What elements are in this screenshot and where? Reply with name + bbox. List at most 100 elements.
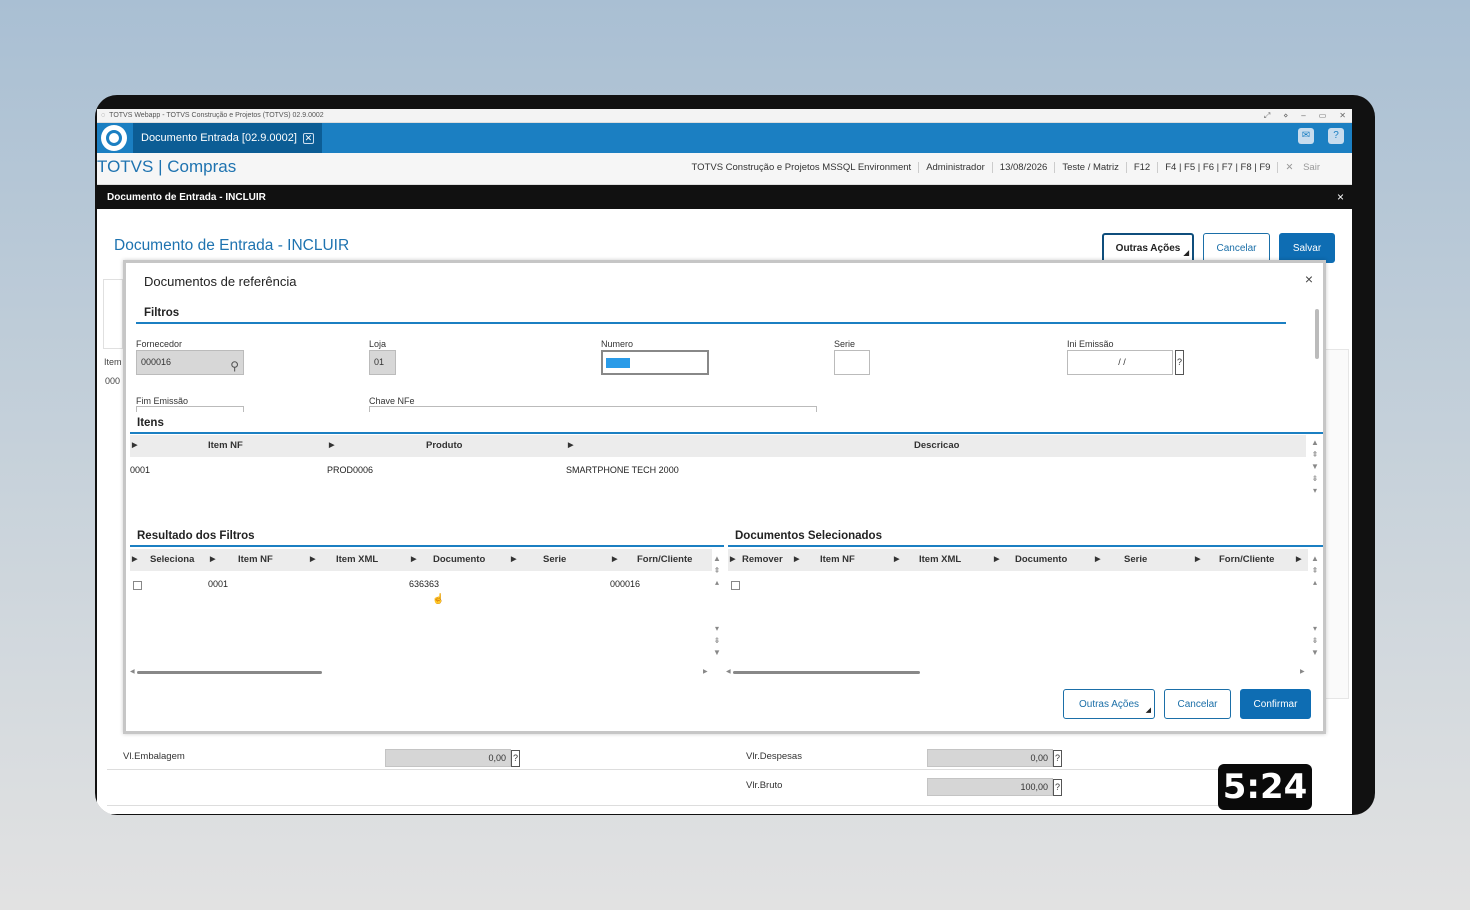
arrow-right-icon: ▶ bbox=[210, 556, 216, 563]
loja-input[interactable]: 01 bbox=[369, 350, 396, 375]
other-actions-button[interactable]: Outras Ações ◢ bbox=[1102, 233, 1194, 263]
numero-label: Numero bbox=[601, 339, 634, 349]
window-titlebar: ◌ TOTVS Webapp - TOTVS Construção e Proj… bbox=[97, 109, 1352, 123]
arrow-right-icon: ▶ bbox=[411, 556, 417, 563]
divider bbox=[107, 769, 1289, 770]
arrow-right-icon: ▶ bbox=[1095, 556, 1101, 563]
branch-label[interactable]: Teste / Matriz bbox=[1054, 162, 1126, 173]
status-items: TOTVS Construção e Projetos MSSQL Enviro… bbox=[685, 162, 1334, 173]
embalagem-label: Vl.Embalagem bbox=[123, 751, 185, 762]
selected-col-documento[interactable]: Documento bbox=[1015, 554, 1067, 565]
results-col-serie[interactable]: Serie bbox=[543, 554, 566, 565]
serie-label: Serie bbox=[834, 339, 856, 349]
scroll-left-icon[interactable]: ◀ bbox=[726, 668, 731, 675]
f12-shortcut[interactable]: F12 bbox=[1125, 162, 1157, 173]
environment-label[interactable]: TOTVS Construção e Projetos MSSQL Enviro… bbox=[685, 162, 919, 173]
ini-emissao-input[interactable]: / / bbox=[1067, 350, 1173, 375]
items-col-item-nf[interactable]: Item NF bbox=[208, 440, 243, 451]
maximize-icon[interactable]: ▭ bbox=[1319, 109, 1327, 123]
serie-input[interactable] bbox=[834, 350, 870, 375]
items-scroll-controls[interactable]: ▲ ⇞ ▼ ⇟ ▾ bbox=[1309, 437, 1321, 497]
document-bar: Documento de Entrada - INCLUIR × bbox=[97, 185, 1352, 209]
items-col-descricao[interactable]: Descricao bbox=[914, 440, 959, 451]
selected-col-forn-cliente[interactable]: Forn/Cliente bbox=[1219, 554, 1274, 565]
fornecedor-input[interactable]: 000016 ⚲ bbox=[136, 350, 244, 375]
results-cell-documento: 636363 bbox=[409, 579, 440, 589]
restore-icon[interactable]: ⤢ bbox=[1264, 109, 1270, 123]
selected-col-serie[interactable]: Serie bbox=[1124, 554, 1147, 565]
bg-item-value: 000 bbox=[105, 376, 121, 386]
fim-emissao-input[interactable] bbox=[136, 406, 244, 412]
results-scroll-top[interactable]: ▲ ⇞ ▴ bbox=[711, 553, 723, 589]
chave-nfe-input[interactable] bbox=[369, 406, 817, 412]
modal-other-actions-button[interactable]: Outras Ações ◢ bbox=[1063, 689, 1155, 719]
despesas-field[interactable]: 0,00 bbox=[927, 749, 1053, 767]
app-header: Documento Entrada [02.9.0002] ✕ ✉ ? bbox=[97, 123, 1352, 153]
results-scroll-bottom[interactable]: ▾ ⇟ ▼ bbox=[711, 623, 723, 659]
tab-close-icon[interactable]: ✕ bbox=[302, 132, 314, 144]
reference-documents-modal: Documentos de referência × Filtros Forne… bbox=[123, 260, 1326, 734]
selected-scroll-top[interactable]: ▲ ⇞ ▴ bbox=[1309, 553, 1321, 589]
close-window-icon[interactable]: ✕ bbox=[1339, 109, 1346, 123]
results-col-item-nf[interactable]: Item NF bbox=[238, 554, 273, 565]
results-hscrollbar[interactable] bbox=[137, 671, 322, 674]
selected-col-item-xml[interactable]: Item XML bbox=[919, 554, 961, 565]
save-button[interactable]: Salvar bbox=[1279, 233, 1335, 263]
bruto-field[interactable]: 100,00 bbox=[927, 778, 1053, 796]
arrow-right-icon: ▶ bbox=[794, 556, 800, 563]
ini-emissao-help-button[interactable]: ? bbox=[1175, 350, 1184, 375]
embalagem-help-button[interactable]: ? bbox=[511, 750, 520, 767]
totvs-logo-icon[interactable] bbox=[101, 125, 127, 151]
results-col-seleciona[interactable]: Seleciona bbox=[150, 554, 194, 565]
items-grid-header: ▶ Item NF ▶ Produto ▶ Descricao bbox=[130, 435, 1306, 457]
help-icon[interactable]: ? bbox=[1328, 128, 1344, 144]
scroll-left-icon[interactable]: ◀ bbox=[130, 668, 135, 675]
section-divider bbox=[130, 432, 1323, 434]
document-close-icon[interactable]: × bbox=[1337, 190, 1344, 204]
date-label[interactable]: 13/08/2026 bbox=[991, 162, 1055, 173]
product-title: TOTVS | Compras bbox=[97, 157, 237, 176]
select-checkbox[interactable] bbox=[133, 581, 142, 590]
tab-label: Documento Entrada [02.9.0002] bbox=[141, 132, 297, 144]
results-col-documento[interactable]: Documento bbox=[433, 554, 485, 565]
device-frame: ◌ TOTVS Webapp - TOTVS Construção e Proj… bbox=[95, 95, 1375, 815]
items-col-produto[interactable]: Produto bbox=[426, 440, 462, 451]
scroll-right-icon[interactable]: ▶ bbox=[1300, 668, 1305, 675]
modal-other-actions-label: Outras Ações bbox=[1078, 698, 1140, 710]
selected-hscrollbar[interactable] bbox=[733, 671, 920, 674]
scroll-right-icon[interactable]: ▶ bbox=[703, 668, 708, 675]
results-cell-forn-cliente: 000016 bbox=[610, 579, 641, 589]
selected-scroll-bottom[interactable]: ▾ ⇟ ▼ bbox=[1309, 623, 1321, 659]
search-icon[interactable]: ⚲ bbox=[230, 355, 239, 378]
items-section-title: Itens bbox=[137, 417, 164, 429]
minimize-icon[interactable]: – bbox=[1301, 109, 1305, 123]
embalagem-field[interactable]: 0,00 bbox=[385, 749, 511, 767]
remove-checkbox[interactable] bbox=[731, 581, 740, 590]
modal-cancel-button[interactable]: Cancelar bbox=[1164, 689, 1231, 719]
modal-close-icon[interactable]: × bbox=[1305, 271, 1313, 287]
results-col-forn-cliente[interactable]: Forn/Cliente bbox=[637, 554, 692, 565]
caret-down-icon: ◢ bbox=[1183, 250, 1189, 257]
selected-col-item-nf[interactable]: Item NF bbox=[820, 554, 855, 565]
exit-button[interactable]: ✕ Sair bbox=[1277, 162, 1334, 173]
confirm-button[interactable]: Confirmar bbox=[1240, 689, 1311, 719]
chave-nfe-label: Chave NFe bbox=[369, 396, 415, 406]
selected-section-title: Documentos Selecionados bbox=[735, 530, 882, 542]
numero-input[interactable] bbox=[601, 350, 709, 375]
fornecedor-label: Fornecedor bbox=[136, 339, 183, 349]
filters-scrollbar[interactable] bbox=[1315, 309, 1319, 359]
results-col-item-xml[interactable]: Item XML bbox=[336, 554, 378, 565]
caret-down-icon: ◢ bbox=[1145, 707, 1151, 714]
section-divider bbox=[728, 545, 1323, 547]
selected-col-remover[interactable]: Remover bbox=[742, 554, 783, 565]
ini-emissao-label: Ini Emissão bbox=[1067, 339, 1114, 349]
fkeys-shortcuts[interactable]: F4 | F5 | F6 | F7 | F8 | F9 bbox=[1157, 162, 1277, 173]
bruto-help-button[interactable]: ? bbox=[1053, 779, 1062, 796]
despesas-help-button[interactable]: ? bbox=[1053, 750, 1062, 767]
settings-icon[interactable]: ⋄ bbox=[1283, 109, 1288, 123]
tab-documento-entrada[interactable]: Documento Entrada [02.9.0002] ✕ bbox=[133, 123, 322, 153]
header-icons: ✉ ? bbox=[1298, 128, 1344, 144]
cancel-button[interactable]: Cancelar bbox=[1203, 233, 1270, 263]
user-label[interactable]: Administrador bbox=[918, 162, 992, 173]
mail-icon[interactable]: ✉ bbox=[1298, 128, 1314, 144]
